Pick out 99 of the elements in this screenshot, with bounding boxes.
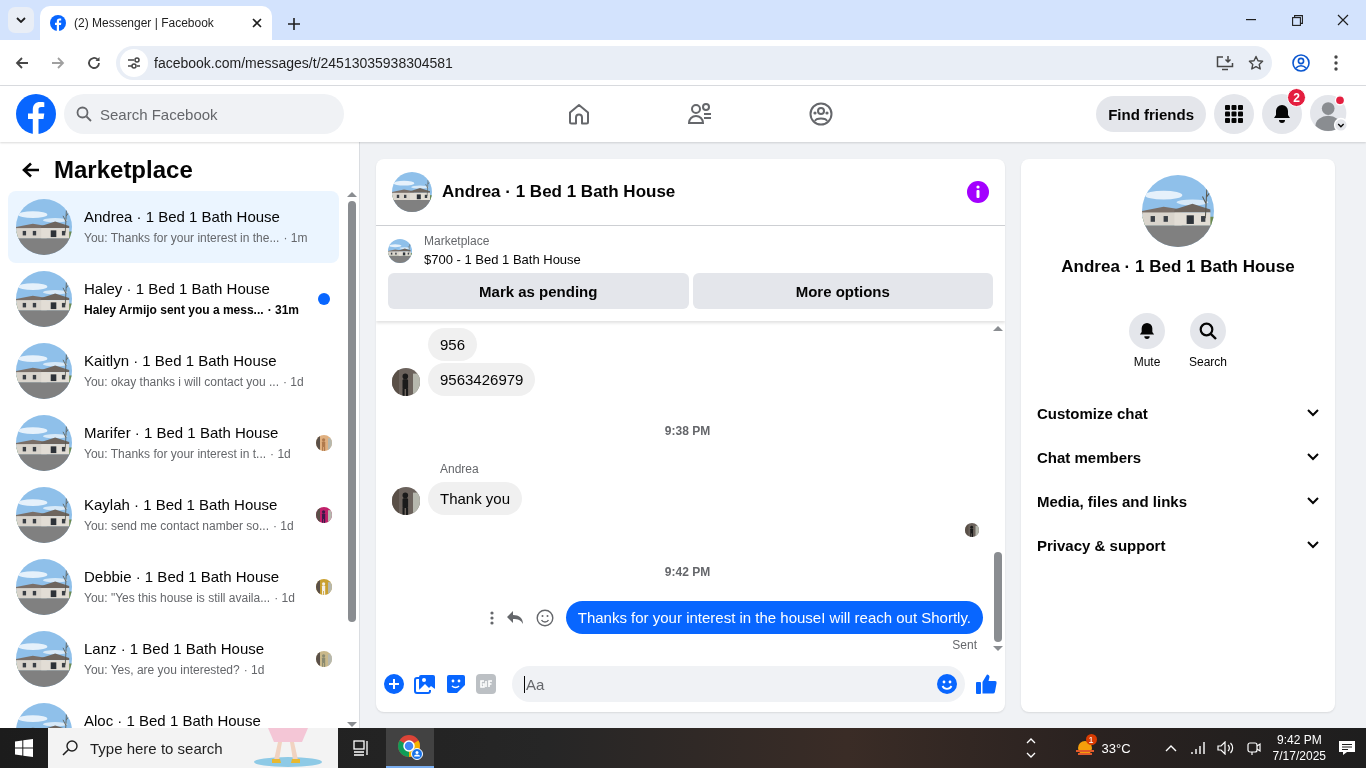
install-app-icon[interactable] (1216, 54, 1234, 71)
section-header[interactable]: Media, files and links (1021, 479, 1335, 523)
message-preview: You: send me contact namber so... · 1d (84, 518, 294, 534)
conversation-name: Kaitlyn · 1 Bed 1 Bath House (84, 352, 278, 370)
listing-title[interactable]: $700 - 1 Bed 1 Bath House (424, 252, 581, 267)
bell-icon (1273, 104, 1291, 124)
volume-icon[interactable] (1216, 741, 1235, 755)
notification-badge: 2 (1287, 88, 1306, 107)
conversation-name: Marifer · 1 Bed 1 Bath House (84, 424, 280, 442)
search-icon (1199, 322, 1217, 340)
chat-title: Andrea · 1 Bed 1 Bath House (1061, 257, 1295, 277)
timestamp: 9:42 PM (664, 565, 711, 579)
chrome-icon[interactable] (386, 728, 434, 768)
conversation-item[interactable]: Andrea · 1 Bed 1 Bath House You: Thanks for your interest in the... · 1m (8, 191, 339, 263)
search-field[interactable]: Search Facebook (64, 94, 344, 134)
chevron-up-icon[interactable] (1164, 744, 1177, 752)
caret-icon (16, 17, 26, 23)
unread-dot (318, 293, 330, 305)
message-bubble: 956 (428, 328, 478, 361)
plus-icon[interactable] (384, 674, 404, 694)
windows-icon (15, 739, 33, 757)
reply-icon[interactable] (505, 610, 524, 625)
listing-action-button[interactable]: Mark as pending (388, 273, 689, 309)
conversation-item[interactable]: Kaylah · 1 Bed 1 Bath House You: send me contact namber so... · 1d (8, 479, 339, 551)
emoji-icon[interactable] (937, 674, 957, 694)
message-bubble: Thanks for your interest in the houseI will reach out Shortly. (565, 601, 983, 634)
forward-arrow-icon (51, 55, 65, 70)
message-preview: You: "Yes this house is still availa... · 1d (84, 590, 295, 606)
listing-label: Marketplace (424, 234, 491, 248)
message-preview: You: Thanks for your interest in the... · 1m (84, 230, 308, 246)
conversation-item[interactable]: Lanz · 1 Bed 1 Bath House You: Yes, are you interested? · 1d (8, 623, 339, 695)
section-header[interactable]: Customize chat (1021, 391, 1335, 435)
conversation-item[interactable]: Debbie · 1 Bed 1 Bath House You: "Yes this house is still availa... · 1d (8, 551, 339, 623)
conversation-name: Haley · 1 Bed 1 Bath House (84, 280, 271, 298)
message-input[interactable]: Aa (512, 666, 965, 702)
emoji-icon[interactable] (535, 608, 554, 627)
conversation-name: Andrea · 1 Bed 1 Bath House (84, 208, 281, 226)
conversation-item[interactable]: Haley · 1 Bed 1 Bath House Haley Armijo sent you a mess... · 31m (8, 263, 339, 335)
conversation-item[interactable]: Kaitlyn · 1 Bed 1 Bath House You: okay thanks i will contact you ... · 1d (8, 335, 339, 407)
message-status: Sent (952, 638, 977, 652)
thumbs-up-icon[interactable] (975, 673, 997, 695)
taskbar-search-field[interactable]: Type here to search (48, 728, 338, 768)
clock[interactable]: 9:42 PM 7/17/2025 (1272, 732, 1326, 764)
scroll-up-icon[interactable] (993, 325, 1003, 331)
search-icon (76, 106, 92, 122)
facebook-logo-icon (50, 15, 66, 31)
conversation-name: Lanz · 1 Bed 1 Bath House (84, 640, 266, 658)
scroll-up-icon[interactable] (347, 191, 357, 197)
grid-icon (1225, 105, 1243, 123)
site-settings-icon[interactable] (120, 48, 148, 77)
browser-tab[interactable]: (2) Messenger | Facebook (40, 6, 272, 40)
info-icon[interactable] (967, 181, 989, 203)
weather-icon (1073, 738, 1096, 758)
sidebar-title: Marketplace (54, 155, 193, 184)
section-header[interactable]: Chat members (1021, 435, 1335, 479)
chat-title[interactable]: Andrea · 1 Bed 1 Bath House (442, 182, 957, 202)
close-icon[interactable] (252, 18, 262, 28)
back-arrow-icon[interactable] (22, 161, 40, 178)
notifications-icon[interactable] (1338, 740, 1356, 756)
search-icon (62, 740, 78, 756)
friends-icon[interactable] (687, 102, 714, 126)
find-friends-button[interactable]: Find friends (1096, 96, 1206, 132)
menu-icon[interactable] (1334, 54, 1338, 71)
address-bar[interactable]: facebook.com/messages/t/24513035938304581 (116, 45, 1272, 80)
message-bubble: Thank you (428, 482, 523, 515)
profile-icon[interactable] (1292, 53, 1310, 72)
conversation-name: Aloc · 1 Bed 1 Bath House (84, 712, 262, 728)
conversation-name: Debbie · 1 Bed 1 Bath House (84, 568, 281, 586)
tab-search-button[interactable] (8, 7, 34, 33)
message-preview: You: okay thanks i will contact you ... · 1d (84, 374, 304, 390)
wifi-icon[interactable] (1188, 741, 1205, 755)
message-preview: You: Thanks for your interest in t... · 1d (84, 446, 291, 462)
message-preview: You: Yes, are you interested? · 1d (84, 662, 265, 678)
conversation-name: Kaylah · 1 Bed 1 Bath House (84, 496, 279, 514)
account-avatar[interactable] (1310, 94, 1350, 134)
listing-action-button[interactable]: More options (692, 273, 993, 309)
meet-icon[interactable] (1246, 740, 1261, 756)
notifications-button[interactable] (1262, 94, 1302, 134)
star-icon[interactable] (1248, 54, 1264, 71)
facebook-logo-icon[interactable] (16, 94, 56, 134)
conversation-item[interactable]: Marifer · 1 Bed 1 Bath House You: Thanks for your interest in t... · 1d (8, 407, 339, 479)
message-bubble: 9563426979 (428, 363, 536, 396)
bell-icon (1139, 322, 1155, 340)
scroll-down-icon[interactable] (993, 646, 1003, 652)
scrollbar-thumb[interactable] (348, 201, 356, 622)
sender-name: Andrea (440, 462, 480, 476)
message-preview: Haley Armijo sent you a mess... · 31m (84, 302, 299, 318)
menu-button[interactable] (1214, 94, 1254, 134)
back-arrow-icon (15, 55, 29, 70)
home-icon[interactable] (567, 102, 592, 126)
image-icon[interactable] (414, 674, 436, 694)
section-header[interactable]: Privacy & support (1021, 523, 1335, 567)
sticker-icon[interactable] (446, 674, 466, 694)
scrollbar-thumb[interactable] (994, 552, 1002, 642)
reload-icon (87, 55, 101, 70)
groups-icon[interactable] (809, 102, 834, 126)
more-icon[interactable] (489, 610, 494, 625)
timestamp: 9:38 PM (664, 424, 711, 438)
weather-badge: 1 (1085, 734, 1097, 745)
